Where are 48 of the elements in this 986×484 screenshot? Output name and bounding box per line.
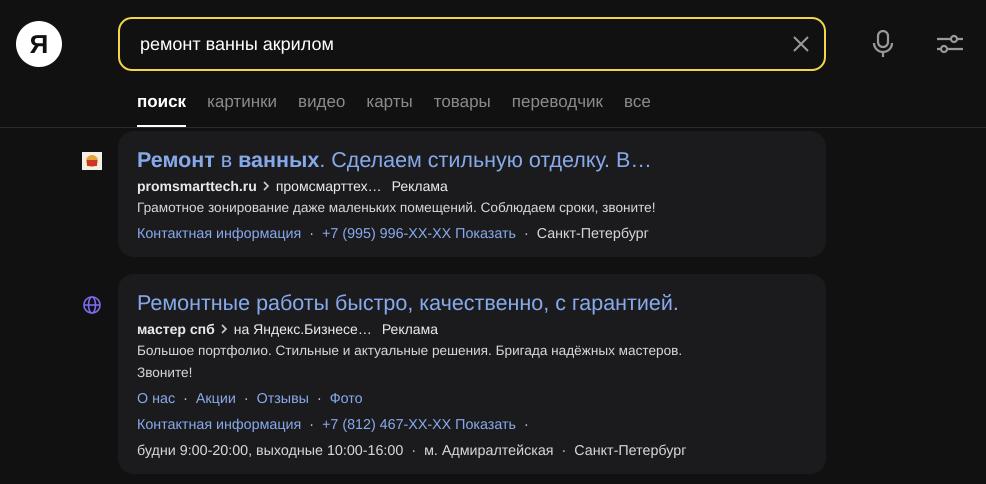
search-tab[interactable]: переводчик bbox=[512, 85, 603, 126]
chevron-icon bbox=[220, 324, 228, 334]
info-text: Санкт-Петербург bbox=[574, 442, 686, 458]
site-link[interactable]: promsmarttech.ru bbox=[137, 174, 257, 196]
search-input[interactable]: ремонт ванны акрилом bbox=[138, 30, 792, 58]
result-title-link[interactable]: Ремонтные работы быстро, качественно, с гарантией. bbox=[137, 290, 679, 316]
breadcrumb-path[interactable]: промсмарттех… bbox=[276, 174, 382, 196]
separator-dot: · bbox=[244, 390, 249, 406]
sitelink[interactable]: Контактная информация bbox=[137, 226, 302, 242]
separator-dot: · bbox=[309, 226, 314, 242]
separator-dot: · bbox=[524, 226, 529, 242]
sitelink[interactable]: +7 (995) 996-XX-XX Показать bbox=[322, 226, 516, 242]
separator-dot: · bbox=[183, 390, 188, 406]
search-tab[interactable]: картинки bbox=[207, 85, 278, 126]
separator-dot: · bbox=[524, 416, 529, 432]
info-text: м. Адмиралтейская bbox=[424, 442, 554, 458]
sitelink[interactable]: Акции bbox=[196, 390, 236, 406]
search-tab[interactable]: все bbox=[624, 85, 651, 126]
info-text: Санкт-Петербург bbox=[536, 226, 649, 242]
sitelink[interactable]: Отзывы bbox=[256, 390, 309, 406]
clear-icon[interactable] bbox=[792, 35, 810, 53]
yandex-logo[interactable]: Я bbox=[16, 21, 62, 67]
settings-icon[interactable] bbox=[936, 32, 964, 56]
search-tab[interactable]: карты bbox=[366, 85, 413, 126]
separator-dot: · bbox=[316, 390, 322, 406]
result-description: Грамотное зонирование даже маленьких помещений. Соблюдаем сроки, звоните! bbox=[137, 198, 657, 217]
search-bar[interactable]: ремонт ванны акрилом bbox=[118, 17, 826, 71]
ad-label: Реклама bbox=[392, 176, 448, 196]
chevron-icon bbox=[262, 180, 270, 190]
sitelink[interactable]: Контактная информация bbox=[137, 416, 302, 432]
breadcrumb-path[interactable]: на Яндекс.Бизнесе… bbox=[234, 318, 372, 340]
favicon-icon bbox=[82, 152, 102, 170]
sitelink[interactable]: О нас bbox=[137, 390, 176, 406]
microphone-icon[interactable] bbox=[872, 30, 894, 58]
site-link[interactable]: мастер спб bbox=[137, 318, 215, 340]
separator-dot: · bbox=[309, 416, 314, 432]
search-tab[interactable]: поиск bbox=[137, 85, 186, 126]
search-tab[interactable]: видео bbox=[298, 85, 346, 126]
sitelink[interactable]: +7 (812) 467-XX-XX Показать bbox=[322, 416, 516, 432]
globe-icon bbox=[82, 294, 102, 314]
result-description: Большое портфолио. Стильные и актуальные решения. Бригада надёжных мастеров. Звоните! bbox=[137, 342, 684, 382]
info-text: будни 9:00-20:00, выходные 10:00-16:00 bbox=[137, 442, 404, 458]
result-title-link[interactable]: Ремонт в ванных. Сделаем стильную отделку. В… bbox=[137, 146, 652, 172]
separator-dot: · bbox=[411, 442, 416, 458]
ad-label: Реклама bbox=[382, 320, 438, 338]
separator-dot: · bbox=[562, 442, 566, 458]
search-tab[interactable]: товары bbox=[434, 85, 491, 126]
sitelink[interactable]: Фото bbox=[330, 390, 363, 406]
